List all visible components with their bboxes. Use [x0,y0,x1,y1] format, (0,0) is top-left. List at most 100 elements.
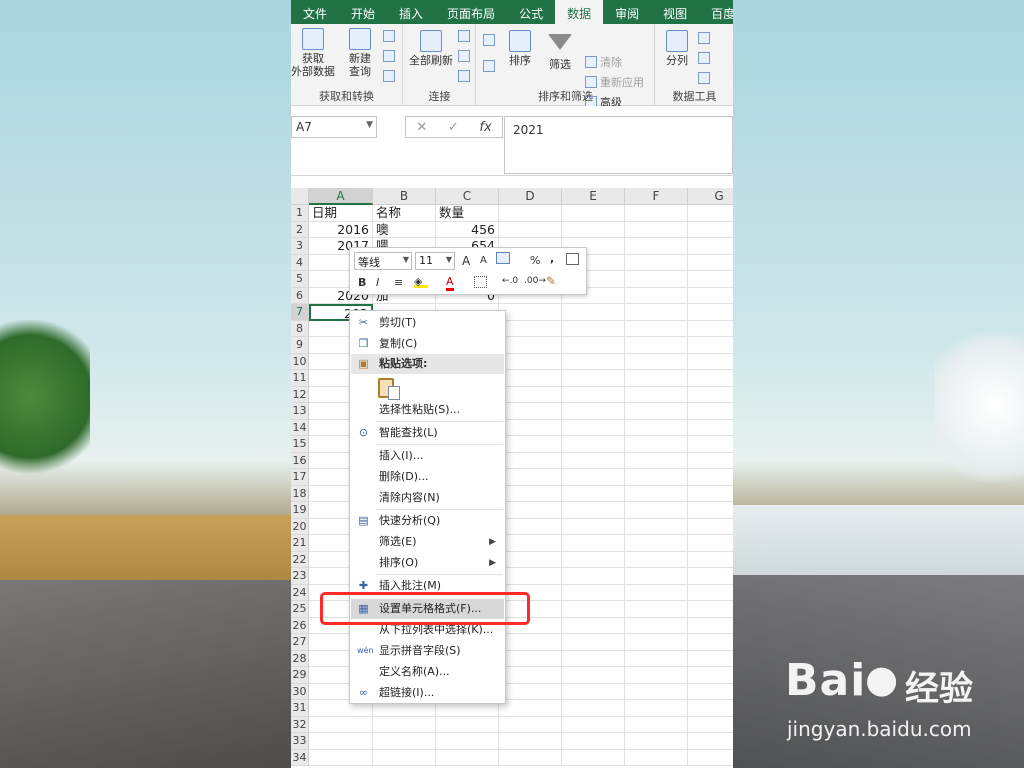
cell-d8[interactable] [499,320,562,337]
cell-d19[interactable] [499,502,562,519]
cell-e1[interactable] [562,205,625,222]
cell-g26[interactable] [688,618,733,634]
cell-a1[interactable]: 日期 [309,205,373,222]
cell-d23[interactable] [499,568,562,585]
cell-g25[interactable] [688,601,733,618]
menu-item-insert[interactable]: 插入(I)... [351,446,504,466]
refresh-all-button[interactable]: 全部刷新 [406,30,456,67]
cell-f12[interactable] [625,386,688,403]
tab-insert[interactable]: 插入 [387,0,435,24]
cell-e11[interactable] [562,370,625,387]
cell-f27[interactable] [625,634,688,651]
cell-e2[interactable] [562,221,625,238]
cell-d17[interactable] [499,469,562,486]
row-header-19[interactable]: 19 [291,502,309,519]
align-center-icon[interactable]: ≡ [394,276,403,289]
cell-c1[interactable]: 数量 [436,205,499,222]
cell-e13[interactable] [562,403,625,420]
cell-a2[interactable]: 2016 [309,221,373,238]
tab-view[interactable]: 视图 [651,0,699,24]
cell-f17[interactable] [625,469,688,486]
cell-g24[interactable] [688,585,733,601]
column-header-c[interactable]: C [436,188,499,205]
cell-d7[interactable] [499,304,562,321]
cell-b33[interactable] [373,733,436,750]
recent-sources-button[interactable] [383,70,395,82]
cell-e12[interactable] [562,386,625,403]
cell-d9[interactable] [499,337,562,354]
cell-f28[interactable] [625,650,688,667]
row-header-4[interactable]: 4 [291,254,309,271]
cell-e9[interactable] [562,337,625,354]
column-header-a[interactable]: A [309,188,373,205]
cell-g19[interactable] [688,502,733,519]
sort-button[interactable]: 排序 [503,30,537,67]
cell-f3[interactable] [625,238,688,255]
cell-e21[interactable] [562,535,625,552]
increase-decimal-icon[interactable]: ←.0 [502,276,518,286]
clear-filter-button[interactable]: 清除 [585,54,622,70]
decrease-font-button[interactable]: A [480,255,487,266]
row-header-16[interactable]: 16 [291,452,309,469]
cell-e29[interactable] [562,667,625,684]
cell-f19[interactable] [625,502,688,519]
row-header-11[interactable]: 11 [291,370,309,387]
cell-d31[interactable] [499,700,562,717]
cell-f33[interactable] [625,733,688,750]
cell-g21[interactable] [688,535,733,552]
cell-g7[interactable] [688,304,733,321]
row-header-12[interactable]: 12 [291,386,309,403]
row-header-22[interactable]: 22 [291,551,309,568]
row-header-5[interactable]: 5 [291,271,309,288]
cell-g13[interactable] [688,403,733,420]
row-header-29[interactable]: 29 [291,667,309,684]
cell-f8[interactable] [625,320,688,337]
cell-d1[interactable] [499,205,562,222]
row-header-14[interactable]: 14 [291,419,309,436]
cell-c34[interactable] [436,749,499,766]
cell-f1[interactable] [625,205,688,222]
cell-f22[interactable] [625,551,688,568]
cell-c32[interactable] [436,716,499,733]
cell-f6[interactable] [625,287,688,304]
row-header-1[interactable]: 1 [291,205,309,222]
cell-g22[interactable] [688,552,733,568]
cell-b2[interactable]: 噢 [373,221,436,238]
cell-f16[interactable] [625,452,688,469]
menu-item-cut[interactable]: ✂ 剪切(T) [351,313,504,333]
cell-d27[interactable] [499,634,562,651]
row-header-20[interactable]: 20 [291,518,309,535]
menu-item-hyperlink[interactable]: ∞ 超链接(I)... [351,683,504,703]
cell-g12[interactable] [688,387,733,403]
cell-g30[interactable] [688,684,733,700]
menu-item-show-phonetic[interactable]: wén 显示拼音字段(S) [351,641,504,661]
bold-button[interactable]: B [358,276,366,289]
cell-g5[interactable] [688,271,733,288]
row-header-28[interactable]: 28 [291,650,309,667]
menu-item-delete[interactable]: 删除(D)... [351,467,504,487]
cell-e22[interactable] [562,551,625,568]
column-header-e[interactable]: E [562,188,625,205]
cell-f21[interactable] [625,535,688,552]
show-queries-button[interactable] [383,30,395,42]
cell-b34[interactable] [373,749,436,766]
cell-g1[interactable] [688,205,733,222]
cell-b1[interactable]: 名称 [373,205,436,222]
cell-d11[interactable] [499,370,562,387]
borders-icon[interactable] [474,276,487,288]
menu-item-quick-analysis[interactable]: ▤ 快速分析(Q) [351,511,504,531]
column-header-d[interactable]: D [499,188,562,205]
edit-links-button[interactable] [458,70,470,82]
cell-e27[interactable] [562,634,625,651]
formula-input[interactable]: 2021 [504,116,733,174]
row-header-25[interactable]: 25 [291,601,309,618]
cell-f23[interactable] [625,568,688,585]
cell-g10[interactable] [688,354,733,370]
menu-item-filter[interactable]: 筛选(E) ▶ [351,532,504,552]
cell-e33[interactable] [562,733,625,750]
row-header-18[interactable]: 18 [291,485,309,502]
cell-f29[interactable] [625,667,688,684]
tab-page-layout[interactable]: 页面布局 [435,0,507,24]
cell-f25[interactable] [625,601,688,618]
cell-g9[interactable] [688,337,733,354]
